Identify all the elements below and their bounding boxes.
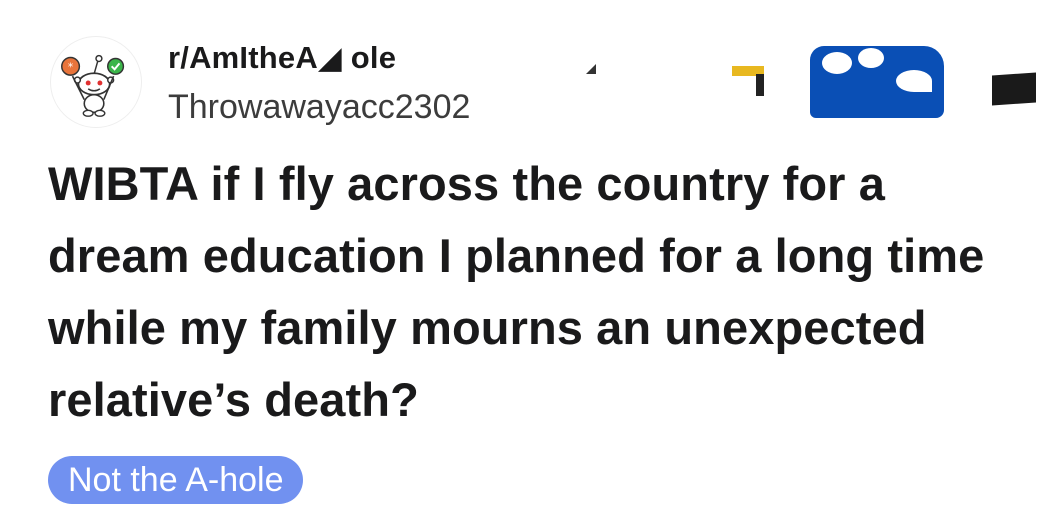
redaction-mark-blue-white-1 bbox=[822, 52, 852, 74]
svg-text:*: * bbox=[68, 60, 74, 73]
reddit-snoo-icon: * bbox=[61, 54, 125, 117]
post-flair[interactable]: Not the A-hole bbox=[48, 456, 304, 504]
post-author[interactable]: Throwawayacc2302 bbox=[168, 88, 470, 127]
redaction-mark-gold-tail bbox=[756, 74, 764, 96]
post-title[interactable]: WIBTA if I fly across the country for a … bbox=[48, 148, 1008, 436]
redaction-mark-blue-white-2 bbox=[858, 48, 884, 68]
redaction-mark-small bbox=[586, 64, 596, 74]
redaction-mark-dark bbox=[992, 72, 1036, 106]
redaction-mark-blue-white-3 bbox=[896, 70, 932, 92]
subreddit-name[interactable]: r/AmItheA◢ ole bbox=[168, 40, 396, 76]
avatar[interactable]: * bbox=[50, 36, 142, 128]
